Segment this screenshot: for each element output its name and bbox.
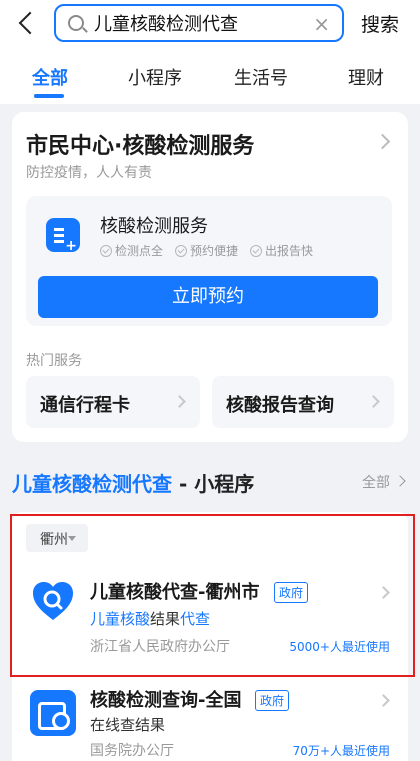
hot-item-report-query[interactable]: 核酸报告查询 bbox=[212, 376, 394, 428]
medical-report-icon bbox=[46, 218, 80, 254]
search-icon bbox=[68, 15, 84, 31]
service-card-title: 市民中心·核酸检测服务 bbox=[26, 134, 255, 159]
chevron-right-icon bbox=[394, 475, 406, 487]
section-title: 儿童核酸检测代查 - 小程序 bbox=[12, 472, 255, 496]
result-title[interactable]: 核酸检测查询-全国 bbox=[90, 686, 241, 712]
service-tags: 检测点全 预约便捷 出报告快 bbox=[100, 242, 313, 259]
tab-all[interactable]: 全部 bbox=[32, 64, 68, 90]
book-now-button[interactable]: 立即预约 bbox=[38, 276, 378, 318]
chevron-right-icon bbox=[367, 395, 380, 408]
hot-services-label: 热门服务 bbox=[26, 353, 82, 369]
hot-item-travel-card[interactable]: 通信行程卡 bbox=[26, 376, 200, 428]
search-input[interactable] bbox=[94, 10, 304, 36]
active-tab-indicator bbox=[34, 94, 64, 98]
medical-kit-search-icon bbox=[30, 690, 76, 736]
nucleic-test-service[interactable]: 核酸检测服务 检测点全 预约便捷 出报告快 立即预约 bbox=[26, 196, 392, 326]
clear-icon[interactable]: × bbox=[313, 12, 330, 36]
check-circle-icon bbox=[250, 244, 263, 257]
tab-finance[interactable]: 理财 bbox=[348, 64, 384, 90]
chevron-right-icon bbox=[377, 694, 390, 707]
service-tag: 检测点全 bbox=[100, 242, 163, 259]
check-circle-icon bbox=[100, 244, 112, 257]
chevron-right-icon bbox=[374, 133, 391, 150]
result-org: 国务院办公厅 bbox=[90, 743, 174, 759]
result-description: 在线查结果 bbox=[90, 716, 166, 734]
tab-life-accounts[interactable]: 生活号 bbox=[234, 64, 288, 90]
top-bar: × 搜索 bbox=[0, 0, 420, 48]
service-tag: 预约便捷 bbox=[175, 242, 238, 259]
search-button[interactable]: 搜索 bbox=[361, 10, 399, 37]
gov-badge: 政府 bbox=[255, 690, 290, 711]
search-box[interactable]: × bbox=[54, 4, 344, 42]
tab-mini-programs[interactable]: 小程序 bbox=[128, 64, 182, 90]
tab-bar: 全部 小程序 生活号 理财 bbox=[0, 48, 420, 104]
service-card[interactable]: 市民中心·核酸检测服务 防控疫情，人人有责 核酸检测服务 检测点全 预约便捷 出… bbox=[12, 112, 408, 442]
chevron-right-icon bbox=[173, 395, 186, 408]
back-arrow-icon[interactable] bbox=[14, 8, 40, 38]
check-circle-icon bbox=[175, 244, 188, 257]
result-user-count: 70万+人最近使用 bbox=[292, 744, 390, 758]
highlight-annotation-box bbox=[10, 514, 415, 677]
see-all-link[interactable]: 全部 bbox=[362, 472, 390, 492]
service-title: 核酸检测服务 bbox=[100, 216, 208, 237]
service-tag: 出报告快 bbox=[250, 242, 313, 259]
service-card-subtitle: 防控疫情，人人有责 bbox=[26, 165, 152, 181]
